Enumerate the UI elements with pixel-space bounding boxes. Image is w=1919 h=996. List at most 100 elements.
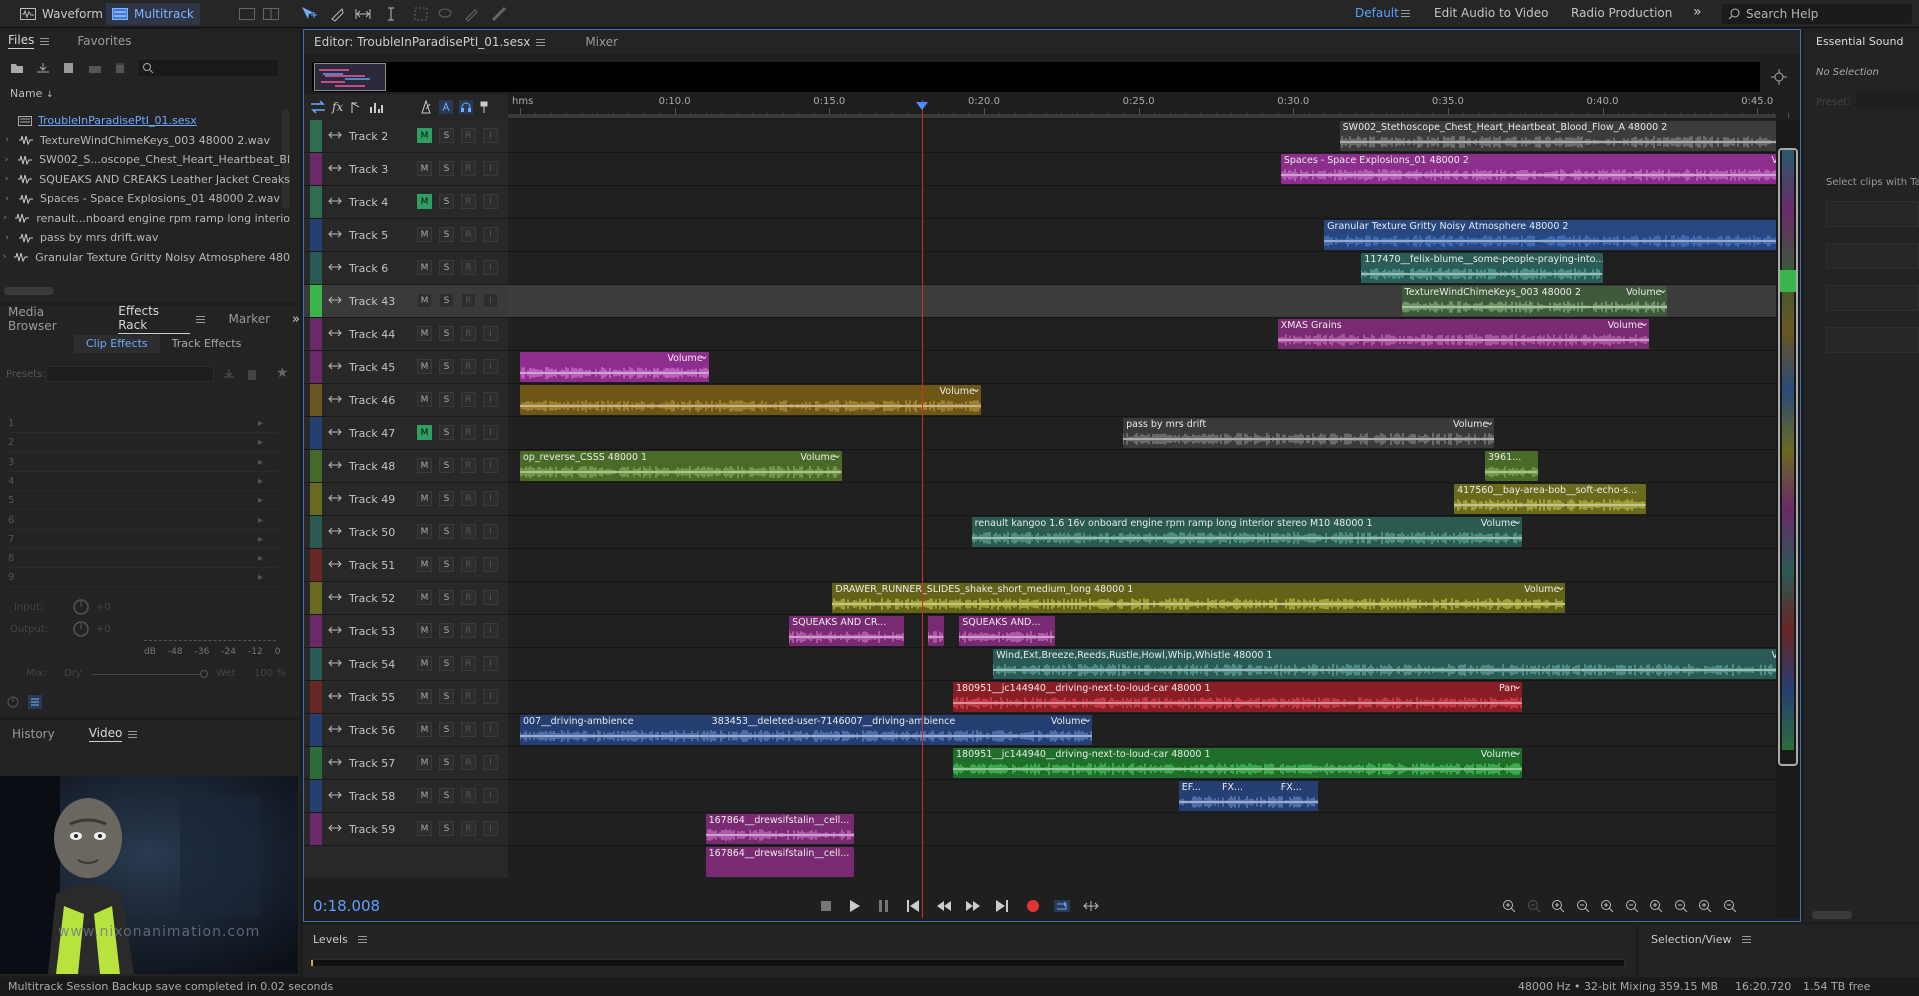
go-to-end-button[interactable]	[992, 896, 1012, 916]
expand-arrow-icon[interactable]: ›	[0, 135, 14, 145]
input-button[interactable]: I	[483, 458, 498, 473]
input-button[interactable]: I	[483, 161, 498, 176]
record-button[interactable]: R	[461, 194, 476, 209]
zoom-to-fit-icon[interactable]	[1770, 68, 1788, 86]
track-lane[interactable]: Volume ⌄	[508, 384, 1776, 417]
effect-slot[interactable]: 5 ▸	[8, 492, 278, 511]
track-name[interactable]: Track 48	[349, 460, 395, 473]
track-lane[interactable]: renault kangoo 1.6 16v onboard engine rp…	[508, 516, 1776, 549]
track-header[interactable]: Track 3 MSRI	[304, 153, 508, 186]
mute-button[interactable]: M	[417, 788, 432, 803]
track-name[interactable]: Track 55	[349, 691, 395, 704]
track-name[interactable]: Track 43	[349, 295, 395, 308]
effect-slot-arrow-icon[interactable]: ▸	[258, 437, 263, 448]
expand-arrow-icon[interactable]: ›	[0, 252, 9, 262]
mute-button[interactable]: M	[417, 458, 432, 473]
record-button[interactable]: R	[461, 557, 476, 572]
record-button[interactable]: R	[461, 623, 476, 638]
audio-clip[interactable]: Volume ⌄	[520, 352, 709, 382]
file-item[interactable]: › pass by mrs drift.wav	[0, 228, 290, 247]
effect-slot-arrow-icon[interactable]: ▸	[258, 553, 263, 564]
tab-marker[interactable]: Marker	[229, 312, 270, 326]
zoom-selection-icon[interactable]	[1669, 896, 1691, 916]
track-name[interactable]: Track 2	[349, 130, 388, 143]
track-header[interactable]: Track 46 M S R I	[304, 384, 508, 417]
effect-slot-arrow-icon[interactable]: ▸	[258, 418, 263, 429]
expand-arrow-icon[interactable]: ›	[0, 174, 13, 184]
track-name[interactable]: Track 58	[349, 790, 395, 803]
time-selection-tool-icon[interactable]	[382, 5, 400, 23]
audio-clip[interactable]: Granular Texture Gritty Noisy Atmosphere…	[1324, 220, 1776, 250]
mute-button[interactable]: M	[417, 194, 432, 209]
input-button[interactable]: I	[483, 260, 498, 275]
inputs-outputs-icon[interactable]	[310, 100, 326, 114]
track-name[interactable]: Track 3	[349, 163, 388, 176]
clip-effect-dropdown[interactable]: Volume	[800, 452, 835, 463]
audio-type-dialogue[interactable]	[1826, 201, 1919, 227]
overview-viewport[interactable]	[314, 63, 386, 91]
effect-slot[interactable]: 6 ▸	[8, 512, 278, 530]
track-header[interactable]: Track 49 M S R I	[304, 483, 508, 516]
track-name[interactable]: Track 5	[349, 229, 388, 242]
track-lane[interactable]: EF... FX... FX...	[508, 780, 1776, 813]
solo-button[interactable]: S	[439, 128, 454, 143]
track-name[interactable]: Track 45	[349, 361, 395, 374]
record-button[interactable]: R	[461, 722, 476, 737]
tab-video[interactable]: Video	[88, 726, 138, 742]
track-grip-icon[interactable]	[328, 261, 342, 273]
record-button[interactable]: R	[461, 524, 476, 539]
mix-slider-handle[interactable]	[200, 670, 208, 678]
view-icon-2[interactable]	[262, 5, 280, 23]
track-header[interactable]: Track 4 MSRI	[304, 186, 508, 219]
mute-button[interactable]: M	[417, 590, 432, 605]
chevron-down-icon[interactable]: ⌄	[1658, 286, 1667, 296]
audio-clip[interactable]: DRAWER_RUNNER_SLIDES_shake_short_medium_…	[832, 583, 1566, 613]
mute-button[interactable]: M	[417, 227, 432, 242]
track-header[interactable]: Track 5 MSRI	[304, 219, 508, 252]
track-lane[interactable]: Spaces - Space Explosions_01 48000 2Volu…	[508, 153, 1776, 186]
power-icon[interactable]	[6, 695, 20, 709]
save-preset-icon[interactable]	[222, 367, 236, 381]
track-lane[interactable]: DRAWER_RUNNER_SLIDES_shake_short_medium_…	[508, 582, 1776, 615]
track-grip-icon[interactable]	[328, 624, 342, 636]
zoom-in-right-icon[interactable]	[1644, 896, 1666, 916]
mute-button[interactable]: M	[417, 524, 432, 539]
input-button[interactable]: I	[483, 359, 498, 374]
input-button[interactable]: I	[483, 755, 498, 770]
track-name[interactable]: Track 56	[349, 724, 395, 737]
mute-button[interactable]: M	[417, 722, 432, 737]
track-name[interactable]: Track 52	[349, 592, 395, 605]
solo-button[interactable]: S	[439, 524, 454, 539]
solo-button[interactable]: S	[439, 623, 454, 638]
track-lane[interactable]: 180951__jc144940__driving-next-to-loud-c…	[508, 681, 1776, 714]
audio-clip[interactable]	[928, 616, 944, 646]
input-button[interactable]: I	[483, 788, 498, 803]
mute-button[interactable]: M	[417, 161, 432, 176]
mute-button[interactable]: M	[417, 623, 432, 638]
track-header[interactable]: Track 44 M S R I	[304, 318, 508, 351]
audio-clip[interactable]: 417560__bay-area-bob__soft-echo-s...	[1454, 484, 1646, 514]
expand-arrow-icon[interactable]: ›	[0, 233, 14, 243]
effect-slot-arrow-icon[interactable]: ▸	[258, 476, 263, 487]
audio-type-sfx[interactable]	[1826, 285, 1919, 311]
mute-button[interactable]: M	[417, 260, 432, 275]
file-item[interactable]: › Granular Texture Gritty Noisy Atmospher…	[0, 248, 290, 267]
record-button[interactable]: R	[461, 425, 476, 440]
mute-button[interactable]: M	[417, 425, 432, 440]
chevron-down-icon[interactable]: ⌄	[832, 451, 841, 461]
solo-button[interactable]: S	[439, 359, 454, 374]
track-header[interactable]: Track 2 MSRI	[304, 120, 508, 153]
chevron-down-icon[interactable]: ⌄	[1640, 319, 1649, 329]
effect-slot-arrow-icon[interactable]: ▸	[258, 572, 263, 583]
record-button[interactable]: R	[461, 293, 476, 308]
zoom-in-time-icon[interactable]	[1546, 896, 1568, 916]
record-button[interactable]: R	[461, 689, 476, 704]
pause-button[interactable]	[874, 896, 894, 916]
essential-sound-scrollbar[interactable]	[1812, 911, 1852, 919]
solo-button[interactable]: S	[439, 557, 454, 572]
file-item[interactable]: › renault...nboard engine rpm ramp long i…	[0, 209, 290, 228]
audio-clip[interactable]: 007__driving-ambience	[520, 715, 709, 745]
track-name[interactable]: Track 59	[349, 823, 395, 836]
effects-fx-icon[interactable]: fx	[332, 100, 343, 114]
tab-editor-session[interactable]: Editor: TroubleInParadisePtI_01.sesx	[314, 35, 546, 49]
